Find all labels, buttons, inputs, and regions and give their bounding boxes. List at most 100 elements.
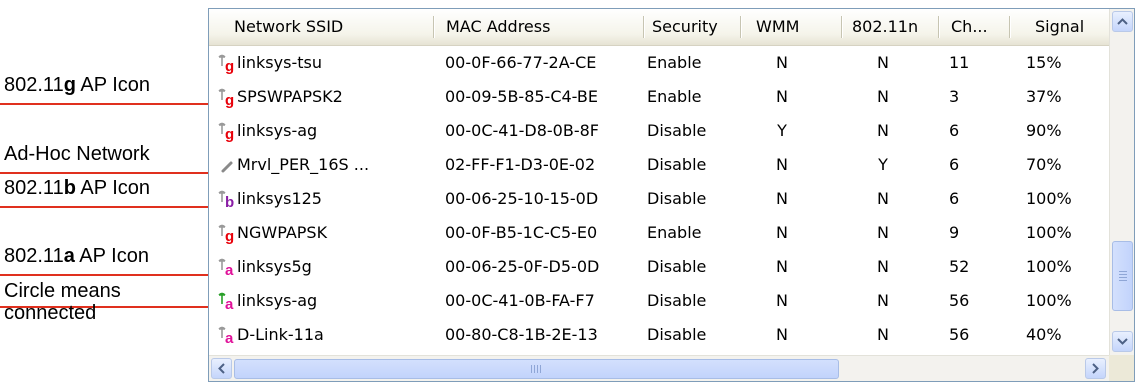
scroll-right-icon [1092,363,1099,374]
cell-ch: 6 [949,189,960,208]
scrollbar-corner [1109,355,1134,381]
cell-signal: 100% [1026,189,1072,208]
svg-text:a: a [225,262,234,279]
ap-g-icon: g [217,52,239,76]
cell-signal: 100% [1026,291,1072,310]
vertical-scrollbar[interactable] [1109,9,1134,355]
horizontal-scrollbar[interactable] [209,355,1109,381]
cell-ssid: linksys125 [237,189,322,208]
cell-n: N [877,257,889,276]
svg-text:a: a [225,296,234,313]
vertical-scroll-thumb[interactable] [1112,241,1133,311]
table-row[interactable]: g SPSWPAPSK2 00-09-5B-85-C4-BE Enable N N 3 37% [209,80,1109,114]
annotation-80211a: 802.11a AP Icon [4,245,149,267]
cell-mac: 00-0C-41-D8-0B-8F [445,121,599,140]
table-row[interactable]: a D-Link-11a 00-80-C8-1B-2E-13 Disable N N 56 4… [209,318,1109,352]
scroll-right-button[interactable] [1085,358,1106,379]
ap-g-icon: g [217,222,239,246]
column-header-ssid[interactable]: Network SSID [225,9,432,45]
column-header-wmm[interactable]: WMM [747,9,842,45]
cell-security: Disable [647,291,707,310]
cell-n: N [877,223,889,242]
cell-ssid: Mrvl_PER_16S ... [237,155,370,174]
network-rows: g linksys-tsu 00-0F-66-77-2A-CE Enable N N 11 1… [209,46,1109,352]
annotation-80211g: 802.11g AP Icon [4,74,151,96]
svg-text:g: g [225,58,234,75]
cell-signal: 15% [1026,53,1062,72]
cell-wmm: N [776,189,788,208]
cell-signal: 100% [1026,223,1072,242]
svg-text:a: a [225,330,234,347]
cell-n: N [877,189,889,208]
scroll-up-icon [1117,18,1128,25]
table-row[interactable]: g linksys-tsu 00-0F-66-77-2A-CE Enable N N 11 1… [209,46,1109,80]
table-row[interactable]: Mrvl_PER_16S ... 02-FF-F1-D3-0E-02 Disable… [209,148,1109,182]
table-row[interactable]: g linksys-ag 00-0C-41-D8-0B-8F Disable Y N 6 90… [209,114,1109,148]
cell-ssid: D-Link-11a [237,325,324,344]
cell-mac: 00-80-C8-1B-2E-13 [445,325,598,344]
cell-wmm: N [776,87,788,106]
column-header-80211n[interactable]: 802.11n [843,9,941,45]
cell-signal: 40% [1026,325,1062,344]
scroll-up-button[interactable] [1112,11,1133,32]
cell-ch: 11 [949,53,970,72]
svg-text:g: g [225,92,234,109]
svg-text:g: g [225,228,234,245]
network-list[interactable]: Network SSID MAC Address Security WMM 80… [208,8,1135,382]
cell-ch: 9 [949,223,960,242]
scroll-down-icon [1117,338,1128,345]
svg-text:g: g [225,126,234,143]
scroll-left-button[interactable] [211,358,232,379]
cell-mac: 00-06-25-10-15-0D [445,189,599,208]
cell-ch: 56 [949,325,970,344]
table-row[interactable]: a linksys5g 00-06-25-0F-D5-0D Disable N N 52 10… [209,250,1109,284]
cell-mac: 00-0F-B5-1C-C5-E0 [445,223,598,242]
cell-wmm: Y [777,121,787,140]
table-row[interactable]: b linksys125 00-06-25-10-15-0D Disable N N 6 10… [209,182,1109,216]
cell-ssid: linksys5g [237,257,312,276]
cell-mac: 00-09-5B-85-C4-BE [445,87,598,106]
cell-ch: 52 [949,257,970,276]
ap-g-icon: g [217,86,239,110]
cell-signal: 100% [1026,257,1072,276]
cell-ssid: SPSWPAPSK2 [237,87,343,106]
cell-security: Disable [647,189,707,208]
cell-wmm: N [776,223,788,242]
table-row[interactable]: g NGWPAPSK 00-0F-B5-1C-C5-E0 Enable N N 9 100% [209,216,1109,250]
column-header-signal[interactable]: Signal [1026,9,1106,45]
column-header-mac[interactable]: MAC Address [437,9,643,45]
cell-wmm: N [776,291,788,310]
cell-wmm: N [776,155,788,174]
cell-security: Enable [647,53,702,72]
cell-security: Disable [647,257,707,276]
ap-a-connected-icon: a [217,290,239,314]
cell-signal: 70% [1026,155,1062,174]
cell-ssid: linksys-ag [237,291,318,310]
cell-n: N [877,291,889,310]
cell-mac: 00-0C-41-0B-FA-F7 [445,291,595,310]
cell-wmm: N [776,257,788,276]
svg-text:b: b [225,194,234,211]
ap-b-icon: b [217,188,239,212]
ap-g-icon: g [217,120,239,144]
cell-signal: 37% [1026,87,1062,106]
column-header-security[interactable]: Security [643,9,741,45]
column-header-channel[interactable]: Ch... [942,9,1010,45]
ap-a-icon: a [217,256,239,280]
cell-mac: 00-06-25-0F-D5-0D [445,257,600,276]
column-header-bar: Network SSID MAC Address Security WMM 80… [209,9,1109,46]
cell-ch: 6 [949,155,960,174]
scroll-down-button[interactable] [1112,331,1133,352]
cell-security: Disable [647,121,707,140]
cell-security: Disable [647,325,707,344]
cell-n: N [877,325,889,344]
cell-mac: 02-FF-F1-D3-0E-02 [445,155,596,174]
horizontal-scroll-thumb[interactable] [234,359,839,379]
cell-ch: 56 [949,291,970,310]
scroll-left-icon [218,363,225,374]
annotation-connected: Circle means connected [4,280,121,324]
ap-a-icon: a [217,324,239,348]
adhoc-icon [217,154,239,178]
annotation-80211b: 802.11b AP Icon [4,177,151,199]
table-row[interactable]: a linksys-ag 00-0C-41-0B-FA-F7 Disable N N 56 1… [209,284,1109,318]
